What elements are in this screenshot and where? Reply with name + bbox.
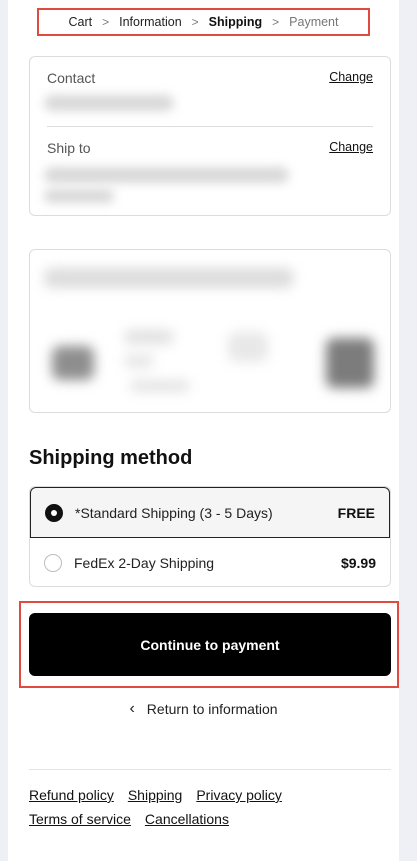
shipping-option-fedex[interactable]: FedEx 2-Day Shipping $9.99 xyxy=(30,538,390,586)
radio-unselected-icon[interactable] xyxy=(44,554,62,572)
chevron-right-icon: > xyxy=(272,14,280,29)
shipping-method-options: *Standard Shipping (3 - 5 Days) FREE Fed… xyxy=(29,486,391,587)
contact-row: Contact Change xyxy=(47,70,373,88)
continue-to-payment-button[interactable]: Continue to payment xyxy=(29,613,391,676)
return-to-information-link[interactable]: ‹ Return to information xyxy=(8,700,399,718)
redacted-cart-preview xyxy=(29,249,391,413)
shipping-option-standard[interactable]: *Standard Shipping (3 - 5 Days) FREE xyxy=(30,487,390,538)
footer-link-shipping[interactable]: Shipping xyxy=(128,787,183,803)
footer-link-cancellations[interactable]: Cancellations xyxy=(145,811,229,827)
shipto-label: Ship to xyxy=(47,140,91,156)
shipping-option-name: FedEx 2-Day Shipping xyxy=(74,555,215,571)
shipping-option-name: *Standard Shipping (3 - 5 Days) xyxy=(75,504,273,521)
shipping-method-title: Shipping method xyxy=(29,447,193,469)
contact-change-link[interactable]: Change xyxy=(329,70,373,84)
breadcrumb-payment: Payment xyxy=(289,14,339,29)
shipto-change-link[interactable]: Change xyxy=(329,140,373,154)
footer-link-privacy-policy[interactable]: Privacy policy xyxy=(196,787,282,803)
chevron-right-icon: > xyxy=(102,14,110,29)
chevron-left-icon: ‹ xyxy=(129,700,135,717)
breadcrumb-information[interactable]: Information xyxy=(119,15,182,29)
breadcrumb-cart[interactable]: Cart xyxy=(68,15,92,29)
shipping-option-price: $9.99 xyxy=(340,555,376,571)
shipto-row: Ship to Change xyxy=(47,140,373,158)
chevron-right-icon: > xyxy=(191,14,199,29)
footer-link-refund-policy[interactable]: Refund policy xyxy=(29,787,114,803)
shipping-option-price: FREE xyxy=(337,504,375,521)
footer-policy-links: Refund policy Shipping Privacy policy Te… xyxy=(29,787,391,827)
divider xyxy=(47,126,373,127)
breadcrumb: Cart > Information > Shipping > Payment xyxy=(38,8,369,35)
contact-shipto-summary: Contact Change Ship to Change xyxy=(29,56,391,216)
shipto-value-redacted-line2 xyxy=(44,189,114,203)
footer-link-terms-of-service[interactable]: Terms of service xyxy=(29,811,131,827)
shipto-value-redacted xyxy=(44,167,289,183)
contact-value-redacted xyxy=(44,95,174,111)
breadcrumb-shipping: Shipping xyxy=(208,14,263,29)
contact-label: Contact xyxy=(47,70,96,86)
footer-divider xyxy=(29,769,391,770)
radio-selected-icon[interactable] xyxy=(45,503,63,522)
checkout-page: Cart > Information > Shipping > Payment … xyxy=(8,0,399,861)
return-label: Return to information xyxy=(146,701,278,717)
